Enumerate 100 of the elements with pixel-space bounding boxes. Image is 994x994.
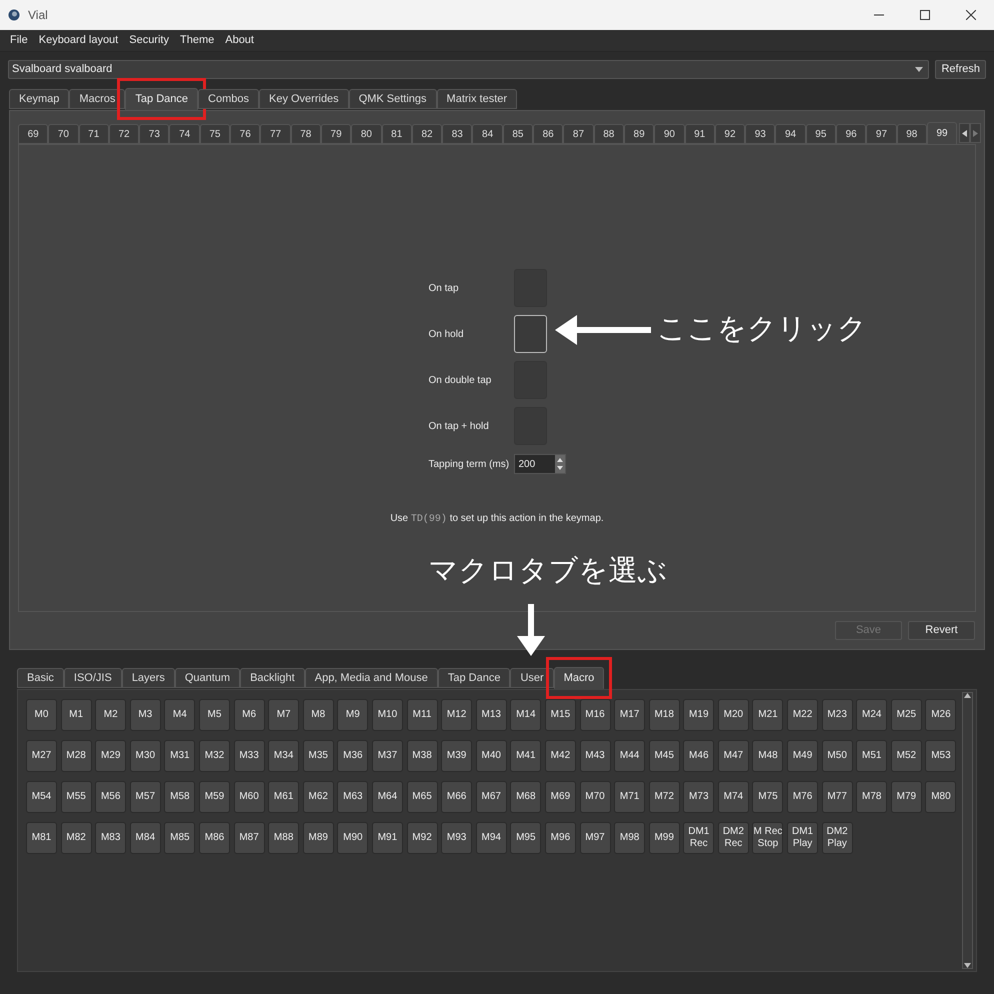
macro-key[interactable]: M51 [856, 740, 888, 772]
scroll-left-button[interactable] [959, 123, 970, 143]
macro-key[interactable]: M25 [890, 699, 922, 731]
macro-key[interactable]: M40 [476, 740, 507, 772]
menu-item[interactable]: Keyboard layout [38, 32, 118, 49]
tab[interactable]: Key Overrides [258, 89, 349, 110]
tab[interactable]: 80 [351, 124, 382, 144]
macro-key[interactable]: M26 [925, 699, 956, 731]
tab[interactable]: 78 [290, 124, 321, 144]
tab[interactable]: Tap Dance [125, 88, 198, 110]
macro-key[interactable]: M2 [95, 699, 126, 731]
macro-key[interactable]: M33 [234, 740, 265, 772]
macro-key[interactable]: DM1 Play [787, 822, 818, 854]
tab[interactable]: Macro [554, 667, 604, 690]
macro-key[interactable]: M29 [95, 740, 126, 772]
macro-key[interactable]: M42 [544, 740, 576, 772]
macro-key[interactable]: M20 [718, 699, 749, 731]
tab[interactable]: Matrix tester [436, 89, 518, 110]
macro-key[interactable]: M93 [441, 822, 472, 854]
macro-key[interactable]: M7 [268, 699, 300, 731]
macro-key[interactable]: M87 [234, 822, 265, 854]
macro-key[interactable]: M41 [510, 740, 542, 772]
macro-key[interactable]: M Rec Stop [752, 822, 784, 854]
tab[interactable]: 83 [442, 124, 472, 144]
macro-key[interactable]: DM2 Rec [718, 822, 749, 854]
macro-key[interactable]: M66 [441, 781, 472, 813]
macro-key[interactable]: M75 [752, 781, 784, 813]
macro-key[interactable]: M82 [60, 822, 92, 854]
macro-key[interactable]: M98 [614, 822, 646, 854]
tab[interactable]: 79 [320, 124, 352, 144]
macro-key[interactable]: M99 [648, 822, 680, 854]
macro-key[interactable]: M46 [683, 740, 714, 772]
tab[interactable]: 81 [382, 124, 412, 144]
tab[interactable]: Keymap [9, 89, 70, 110]
menu-item[interactable]: File [10, 32, 28, 49]
tab[interactable]: 69 [18, 124, 48, 144]
tab[interactable]: 77 [260, 124, 291, 144]
tab[interactable]: 76 [230, 124, 260, 144]
refresh-button[interactable]: Refresh [935, 60, 986, 79]
tapping-term-spinbox[interactable]: 200 [514, 454, 566, 474]
macro-key[interactable]: M64 [372, 781, 403, 813]
tab[interactable]: 75 [200, 124, 230, 144]
scrollbar[interactable] [962, 692, 973, 969]
macro-key[interactable]: M19 [683, 699, 714, 731]
macro-key[interactable]: M97 [580, 822, 610, 854]
macro-key[interactable]: DM2 Play [822, 822, 853, 854]
tab[interactable]: Macros [69, 89, 126, 110]
tab[interactable]: 87 [563, 124, 594, 144]
macro-key[interactable]: M55 [60, 781, 92, 813]
macro-key[interactable]: M30 [130, 740, 161, 772]
macro-key[interactable]: M79 [890, 781, 922, 813]
macro-key[interactable]: M84 [130, 822, 161, 854]
macro-key[interactable]: M27 [26, 740, 57, 772]
macro-key[interactable]: M14 [510, 699, 542, 731]
macro-key[interactable]: M9 [337, 699, 368, 731]
tab[interactable]: Tap Dance [438, 668, 510, 688]
macro-key[interactable]: M1 [60, 699, 92, 731]
tab[interactable]: 98 [896, 124, 927, 144]
macro-key[interactable]: M69 [544, 781, 576, 813]
tab[interactable]: 70 [48, 124, 79, 144]
tab[interactable]: 99 [926, 122, 958, 145]
macro-key[interactable]: M12 [441, 699, 472, 731]
macro-key[interactable]: M92 [406, 822, 438, 854]
macro-key[interactable]: M15 [544, 699, 576, 731]
macro-key[interactable]: M95 [510, 822, 542, 854]
macro-key[interactable]: M8 [302, 699, 334, 731]
macro-key[interactable]: M21 [752, 699, 784, 731]
macro-key[interactable]: M45 [648, 740, 680, 772]
macro-key[interactable]: M22 [787, 699, 818, 731]
menu-item[interactable]: About [225, 32, 254, 49]
macro-key[interactable]: M23 [822, 699, 853, 731]
key-slot[interactable] [514, 315, 546, 353]
macro-key[interactable]: M88 [268, 822, 300, 854]
macro-key[interactable]: M37 [372, 740, 403, 772]
tab[interactable]: 94 [775, 124, 806, 144]
macro-key[interactable]: M24 [856, 699, 888, 731]
macro-key[interactable]: M47 [718, 740, 749, 772]
tab[interactable]: Combos [198, 89, 259, 110]
macro-key[interactable]: M36 [337, 740, 368, 772]
macro-key[interactable]: M85 [164, 822, 196, 854]
macro-key[interactable]: M10 [372, 699, 403, 731]
tab[interactable]: ISO/JIS [64, 668, 122, 688]
tab[interactable]: QMK Settings [348, 89, 437, 110]
tab[interactable]: 82 [412, 124, 442, 144]
tab[interactable]: 73 [139, 124, 170, 144]
macro-key[interactable]: M77 [822, 781, 853, 813]
tab[interactable]: Backlight [240, 668, 305, 688]
tab[interactable]: 88 [594, 124, 624, 144]
tab[interactable]: Quantum [174, 668, 240, 688]
macro-key[interactable]: M3 [130, 699, 161, 731]
macro-key[interactable]: M35 [302, 740, 334, 772]
tab[interactable]: 72 [108, 124, 140, 144]
macro-key[interactable]: M81 [26, 822, 57, 854]
menu-item[interactable]: Security [129, 32, 169, 49]
macro-key[interactable]: M65 [406, 781, 438, 813]
tab[interactable]: 71 [78, 124, 109, 144]
macro-key[interactable]: M6 [234, 699, 265, 731]
macro-key[interactable]: M70 [580, 781, 610, 813]
macro-key[interactable]: M39 [441, 740, 472, 772]
macro-key[interactable]: M38 [406, 740, 438, 772]
